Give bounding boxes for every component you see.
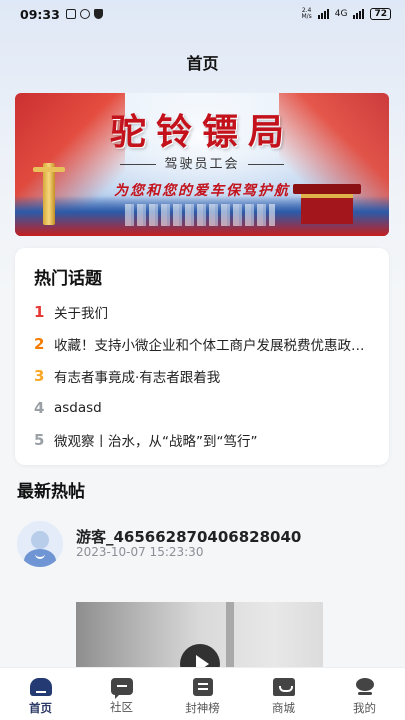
topic-rank: 2 <box>34 335 45 353</box>
thumbnail-detail <box>226 602 234 672</box>
sync-icon <box>79 9 90 19</box>
page-title: 首页 <box>186 54 219 73</box>
chat-icon <box>110 678 133 699</box>
topic-item[interactable]: 5 微观察丨治水，从“战略”到“笃行” <box>34 428 374 452</box>
hot-topics-card: 热门话题 1 关于我们 2 收藏！支持小微企业和个体工商户发展税费优惠政策指引 … <box>15 248 389 465</box>
tab-home[interactable]: 首页 <box>0 668 81 720</box>
topic-title: 有志者事竟成·有志者跟着我 <box>54 370 221 386</box>
notification-icon <box>65 9 76 19</box>
topic-rank: 3 <box>34 367 45 385</box>
tab-label: 社区 <box>110 700 133 714</box>
status-right-group: 2.4 M/s 4G 72 <box>301 8 391 20</box>
avatar[interactable] <box>17 521 63 567</box>
topic-title: 关于我们 <box>54 306 108 322</box>
network-speed-unit: M/s <box>301 13 312 20</box>
latest-posts-heading: 最新热帖 <box>17 482 85 502</box>
status-time: 09:33 <box>20 6 60 22</box>
topic-item[interactable]: 2 收藏！支持小微企业和个体工商户发展税费优惠政策指引 <box>34 332 374 356</box>
topic-title: asdasd <box>54 400 102 416</box>
banner-title: 驼铃镖局 <box>109 111 294 153</box>
topic-item[interactable]: 1 关于我们 <box>34 300 374 324</box>
tab-profile[interactable]: 我的 <box>324 668 405 720</box>
tab-ranking[interactable]: 封神榜 <box>162 668 243 720</box>
topic-title: 收藏！支持小微企业和个体工商户发展税费优惠政策指引 <box>54 338 374 354</box>
list-icon <box>192 678 213 696</box>
banner-slogan: 为您和您的爱车保驾护航 <box>114 183 290 199</box>
tab-community[interactable]: 社区 <box>81 668 162 720</box>
topic-title: 微观察丨治水，从“战略”到“笃行” <box>54 434 258 450</box>
shield-icon <box>93 9 103 19</box>
tab-label: 封神榜 <box>185 701 220 715</box>
banner-skyline <box>125 204 275 226</box>
tab-label: 首页 <box>29 701 52 715</box>
topic-item[interactable]: 4 asdasd <box>34 396 374 420</box>
topic-rank: 1 <box>34 303 45 321</box>
bottom-tab-bar: 首页 社区 封神榜 商城 我的 <box>0 667 405 720</box>
status-notification-icons <box>65 9 103 19</box>
post-video-thumbnail[interactable] <box>76 602 323 672</box>
topic-rank: 5 <box>34 431 45 449</box>
topic-item[interactable]: 3 有志者事竟成·有志者跟着我 <box>34 364 374 388</box>
tab-label: 商城 <box>272 701 295 715</box>
avatar-head <box>31 531 49 549</box>
post-timestamp: 2023-10-07 15:23:30 <box>76 545 204 559</box>
shop-icon <box>272 678 295 696</box>
status-bar: 09:33 2.4 M/s 4G 72 <box>0 0 405 28</box>
hot-topics-heading: 热门话题 <box>34 269 102 289</box>
battery-indicator: 72 <box>370 8 391 20</box>
cell-signal-icon <box>353 9 365 19</box>
user-icon <box>355 678 375 696</box>
home-icon <box>29 678 52 696</box>
tab-label: 我的 <box>353 701 376 715</box>
network-speed: 2.4 M/s <box>301 8 311 20</box>
topic-rank: 4 <box>34 399 45 417</box>
tab-shop[interactable]: 商城 <box>243 668 324 720</box>
home-banner[interactable]: 驼铃镖局 驾驶员工会 为您和您的爱车保驾护航 <box>15 93 389 236</box>
network-type-label: 4G <box>334 9 348 19</box>
post-author-name[interactable]: 游客_465662870406828040 <box>76 526 301 547</box>
wifi-signal-icon <box>317 9 329 19</box>
banner-subtitle: 驾驶员工会 <box>15 153 389 172</box>
